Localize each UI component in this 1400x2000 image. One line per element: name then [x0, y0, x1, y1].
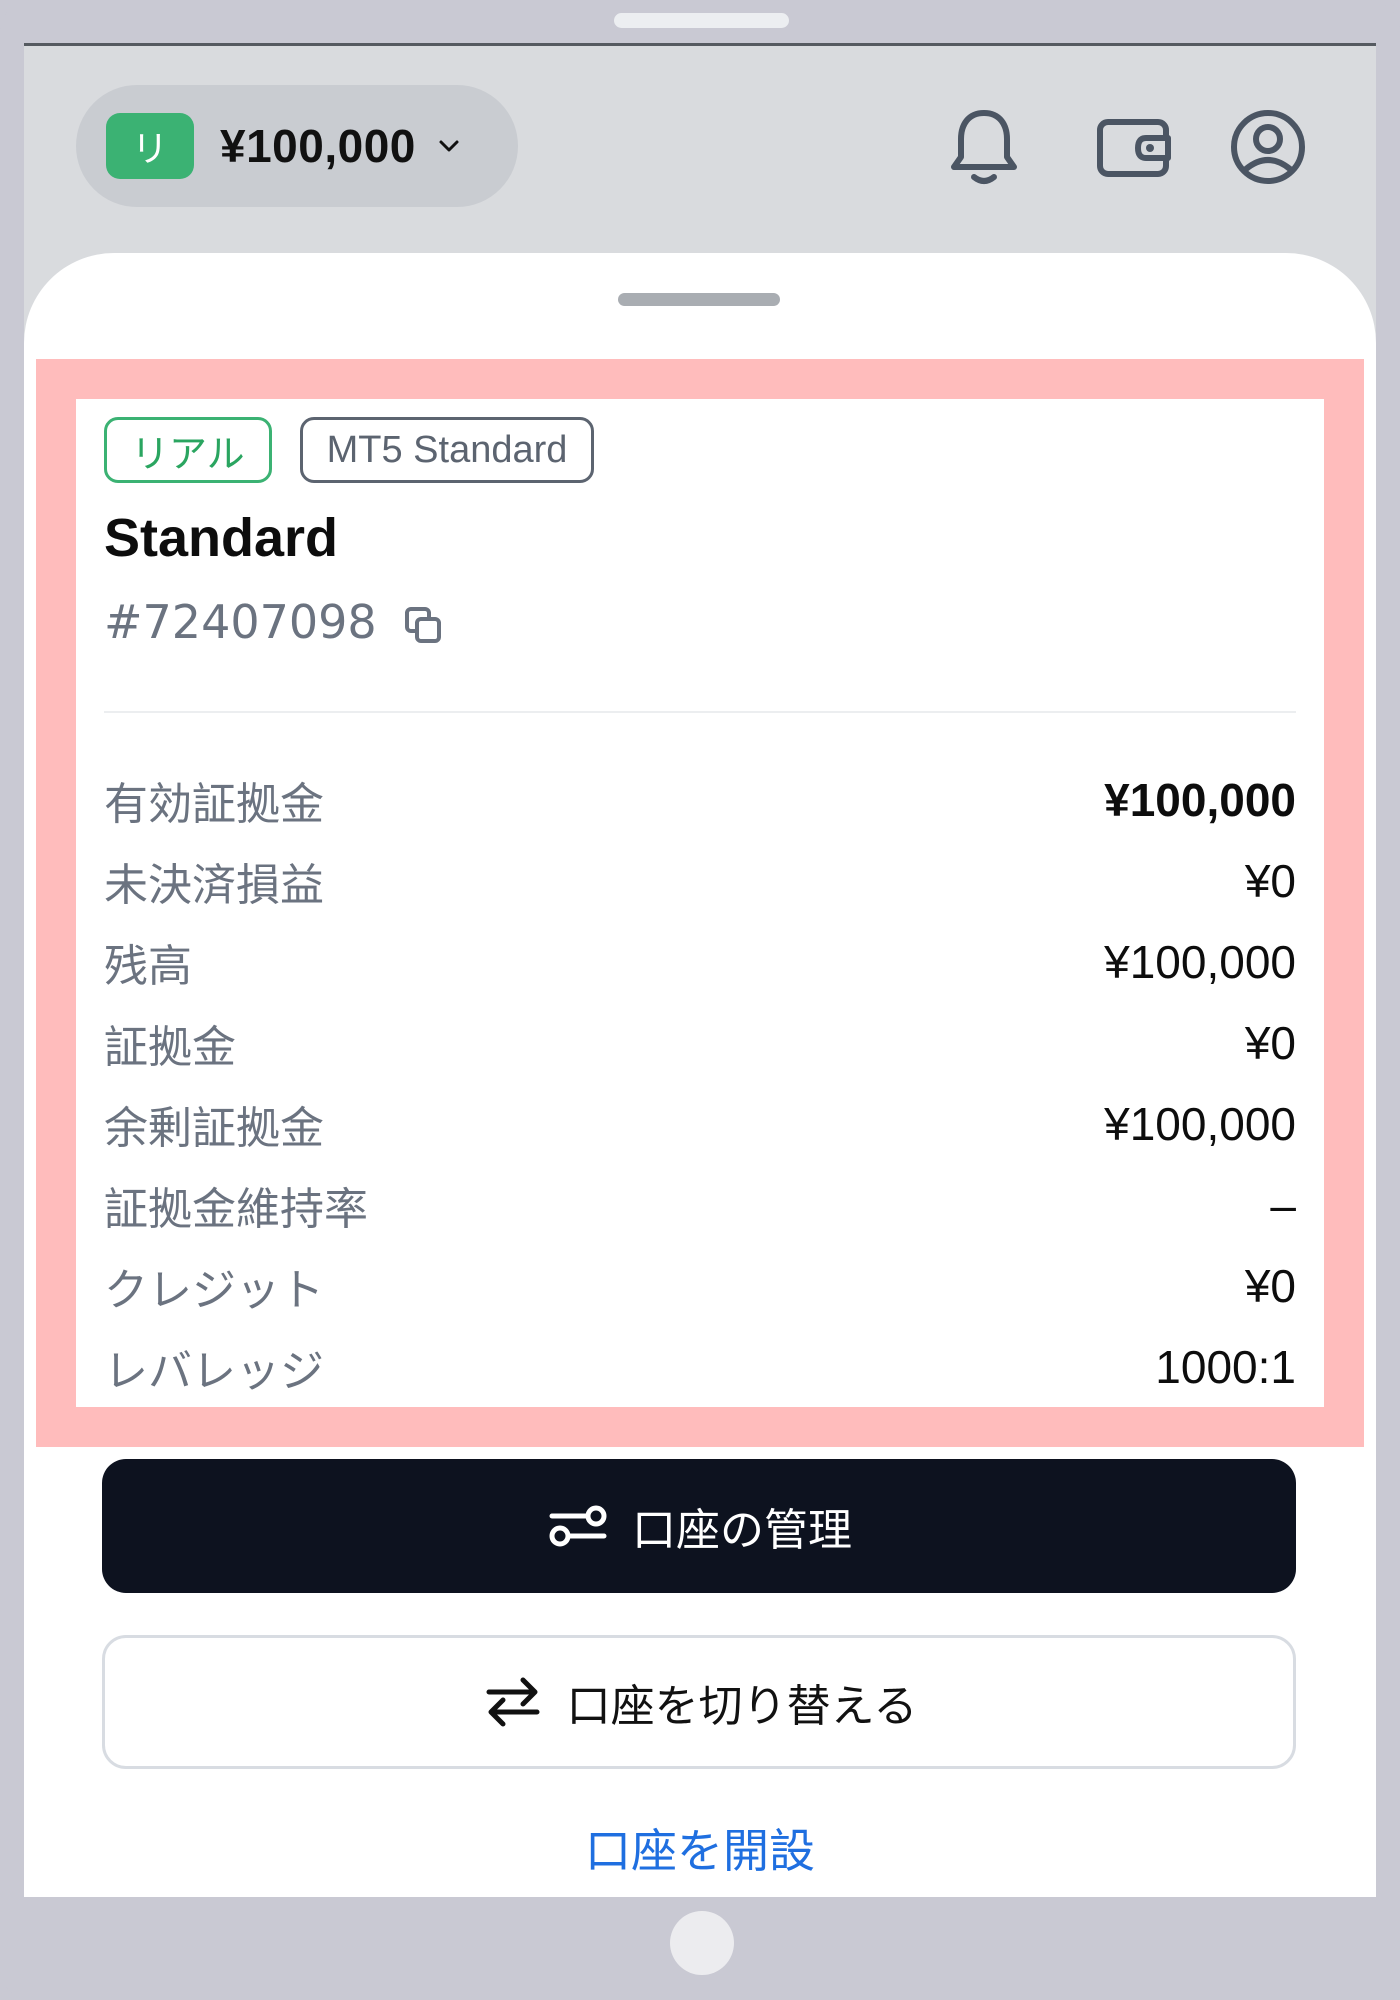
detail-label: 証拠金 [104, 1021, 236, 1073]
detail-value: ¥100,000 [1104, 935, 1296, 988]
wallet-icon[interactable] [1094, 102, 1174, 192]
detail-label: 余剰証拠金 [104, 1102, 324, 1154]
detail-label: 残高 [104, 940, 192, 992]
highlight-frame: リアル MT5 Standard Standard #72407098 有効証拠… [36, 359, 1364, 1447]
detail-value: 1000:1 [1155, 1340, 1296, 1393]
detail-label: 有効証拠金 [104, 778, 324, 830]
device-frame: リ ¥100,000 リアル MT5 Standard Standard #72… [0, 0, 1400, 2000]
detail-row: 残高 ¥100,000 [104, 921, 1296, 1002]
account-number: #72407098 [104, 595, 377, 649]
detail-row: クレジット ¥0 [104, 1245, 1296, 1326]
sliders-icon [546, 1498, 610, 1554]
detail-row: 有効証拠金 ¥100,000 [104, 759, 1296, 840]
detail-label: 証拠金維持率 [104, 1183, 368, 1235]
detail-row: 余剰証拠金 ¥100,000 [104, 1083, 1296, 1164]
account-sheet: リアル MT5 Standard Standard #72407098 有効証拠… [24, 253, 1376, 1897]
bell-icon[interactable] [944, 102, 1024, 192]
detail-value: ¥100,000 [1104, 773, 1296, 826]
detail-label: 未決済損益 [104, 859, 324, 911]
account-number-row: #72407098 [104, 595, 443, 649]
detail-value: ¥0 [1244, 1259, 1296, 1312]
detail-value: ¥0 [1244, 1016, 1296, 1069]
sheet-drag-handle[interactable] [618, 293, 780, 306]
switch-account-button[interactable]: 口座を切り替える [102, 1635, 1296, 1769]
detail-value: – [1270, 1178, 1296, 1231]
detail-label: クレジット [104, 1264, 324, 1316]
manage-account-label: 口座の管理 [632, 1505, 852, 1556]
device-home-button[interactable] [670, 1911, 734, 1975]
account-tags: リアル MT5 Standard [104, 417, 595, 483]
detail-row: 証拠金 ¥0 [104, 1002, 1296, 1083]
swap-arrows-icon [481, 1674, 545, 1730]
tag-real: リアル [104, 417, 272, 483]
account-type-badge: リ [106, 113, 194, 179]
detail-label: レバレッジ [104, 1345, 324, 1397]
divider [104, 711, 1296, 713]
account-details: 有効証拠金 ¥100,000 未決済損益 ¥0 残高 ¥100,000 証拠金 ¥0 余剰証拠金… [104, 759, 1296, 1407]
chevron-down-icon [436, 133, 462, 159]
copy-icon[interactable] [403, 602, 443, 643]
detail-value: ¥0 [1244, 854, 1296, 907]
account-card: リアル MT5 Standard Standard #72407098 有効証拠… [76, 399, 1324, 1407]
header-balance: ¥100,000 [220, 120, 416, 172]
account-name: Standard [104, 508, 339, 568]
user-circle-icon[interactable] [1228, 102, 1308, 192]
detail-row: 証拠金維持率 – [104, 1164, 1296, 1245]
top-header: リ ¥100,000 [24, 46, 1376, 256]
device-speaker [614, 13, 789, 28]
detail-row: レバレッジ 1000:1 [104, 1326, 1296, 1407]
manage-account-button[interactable]: 口座の管理 [102, 1459, 1296, 1593]
detail-value: ¥100,000 [1104, 1097, 1296, 1150]
switch-account-label: 口座を切り替える [566, 1681, 918, 1732]
app-screen: リ ¥100,000 リアル MT5 Standard Standard #72… [24, 43, 1376, 1897]
tag-platform: MT5 Standard [299, 417, 595, 483]
detail-row: 未決済損益 ¥0 [104, 840, 1296, 921]
open-account-link[interactable]: 口座を開設 [24, 1815, 1376, 1881]
account-selector[interactable]: リ ¥100,000 [76, 85, 518, 207]
